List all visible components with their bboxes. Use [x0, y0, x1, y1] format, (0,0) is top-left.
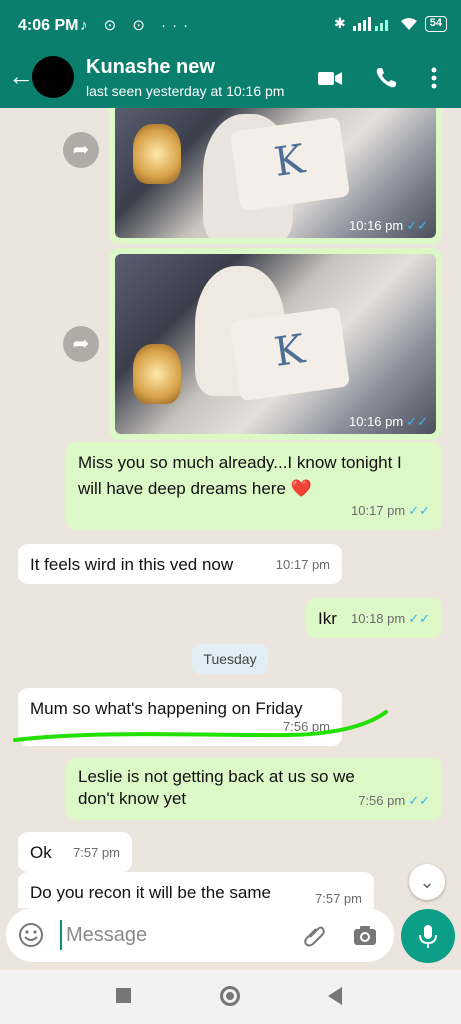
message-input[interactable]: [60, 920, 280, 950]
last-seen-status: last seen yesterday at 10:16 pm: [86, 83, 285, 99]
scroll-down-icon[interactable]: ⌄: [409, 864, 445, 900]
message-text: Ikr: [318, 609, 337, 628]
microphone-button[interactable]: [401, 909, 455, 963]
avatar[interactable]: [32, 56, 74, 98]
notification-icons: ♪ ⊙ ⊙ ···: [80, 17, 195, 34]
chat-header: ← Kunashe new last seen yesterday at 10:…: [0, 46, 461, 108]
wifi-icon: [400, 17, 417, 30]
message-composer: [6, 908, 394, 962]
photo-pillow: K: [229, 306, 351, 402]
message-text: It feels wird in this ved now: [30, 555, 234, 574]
status-bar: 4:06 PM ♪ ⊙ ⊙ ··· ✱ 54: [0, 0, 461, 46]
message-time: 10:16 pm ✓✓: [349, 414, 428, 429]
read-ticks-icon: ✓✓: [406, 218, 428, 233]
forward-icon[interactable]: ➦: [63, 132, 99, 168]
bluetooth-icon: ✱: [334, 15, 346, 31]
camera-icon[interactable]: [352, 922, 378, 948]
message-bubble-outgoing[interactable]: Leslie is not getting back at us so we d…: [66, 758, 442, 820]
photo-lamp: [133, 124, 181, 184]
message-time: 7:57 pm: [315, 891, 362, 906]
microphone-icon: [419, 925, 437, 948]
message-time: 10:17 pm ✓✓: [351, 503, 430, 518]
message-time: 10:17 pm: [275, 557, 330, 572]
photo-lamp: [133, 344, 181, 404]
chat-area[interactable]: ➦ K 10:16 pm ✓✓ ➦ K 10:16 pm ✓✓ Miss you s…: [0, 108, 461, 908]
contact-name[interactable]: Kunashe new: [86, 56, 215, 79]
more-options-icon[interactable]: [420, 64, 448, 92]
photo-thumbnail[interactable]: K 10:16 pm ✓✓: [115, 108, 436, 238]
read-ticks-icon: ✓✓: [408, 611, 430, 626]
message-bubble-incoming[interactable]: It feels wird in this ved now 10:17 pm: [18, 544, 342, 584]
back-arrow-icon[interactable]: ←: [8, 61, 34, 92]
battery-icon: 54: [424, 15, 447, 32]
status-time: 4:06 PM: [18, 17, 79, 34]
message-time: 10:18 pm ✓✓: [351, 611, 430, 626]
system-nav-bar: [0, 970, 461, 1024]
message-bubble-outgoing[interactable]: Ikr 10:18 pm ✓✓: [306, 598, 442, 638]
signal-icon: [352, 16, 388, 31]
recents-icon[interactable]: [116, 988, 131, 1003]
message-text: Miss you so much already...I know tonigh…: [78, 453, 402, 498]
message-time: 10:16 pm ✓✓: [349, 218, 428, 233]
system-icons: ✱ 54: [334, 15, 447, 32]
message-time: 7:56 pm ✓✓: [358, 793, 430, 808]
photo-thumbnail[interactable]: K 10:16 pm ✓✓: [115, 254, 436, 434]
message-bubble-outgoing[interactable]: Miss you so much already...I know tonigh…: [66, 442, 442, 530]
phone-icon[interactable]: [372, 64, 400, 92]
read-ticks-icon: ✓✓: [408, 793, 430, 808]
emoji-icon[interactable]: [18, 922, 44, 948]
image-message[interactable]: K 10:16 pm ✓✓: [109, 108, 442, 244]
message-bubble-incoming[interactable]: Do you recon it will be the same 7:57 pm: [18, 872, 374, 908]
paperclip-icon[interactable]: [302, 922, 328, 948]
date-divider: Tuesday: [192, 644, 268, 674]
video-call-icon[interactable]: [316, 64, 344, 92]
home-icon[interactable]: [220, 986, 240, 1006]
message-text: Do you recon it will be the same: [30, 883, 271, 902]
message-time: 7:57 pm: [73, 845, 120, 860]
message-text: Leslie is not getting back at us so we d…: [78, 767, 355, 808]
read-ticks-icon: ✓✓: [408, 503, 430, 518]
image-message[interactable]: K 10:16 pm ✓✓: [109, 248, 442, 440]
message-text: Ok: [30, 843, 52, 862]
read-ticks-icon: ✓✓: [406, 414, 428, 429]
green-highlight-stroke: [13, 710, 388, 742]
message-bubble-incoming[interactable]: Ok 7:57 pm: [18, 832, 132, 872]
nav-back-icon[interactable]: [328, 987, 342, 1005]
photo-pillow: K: [229, 116, 351, 212]
forward-icon[interactable]: ➦: [63, 326, 99, 362]
